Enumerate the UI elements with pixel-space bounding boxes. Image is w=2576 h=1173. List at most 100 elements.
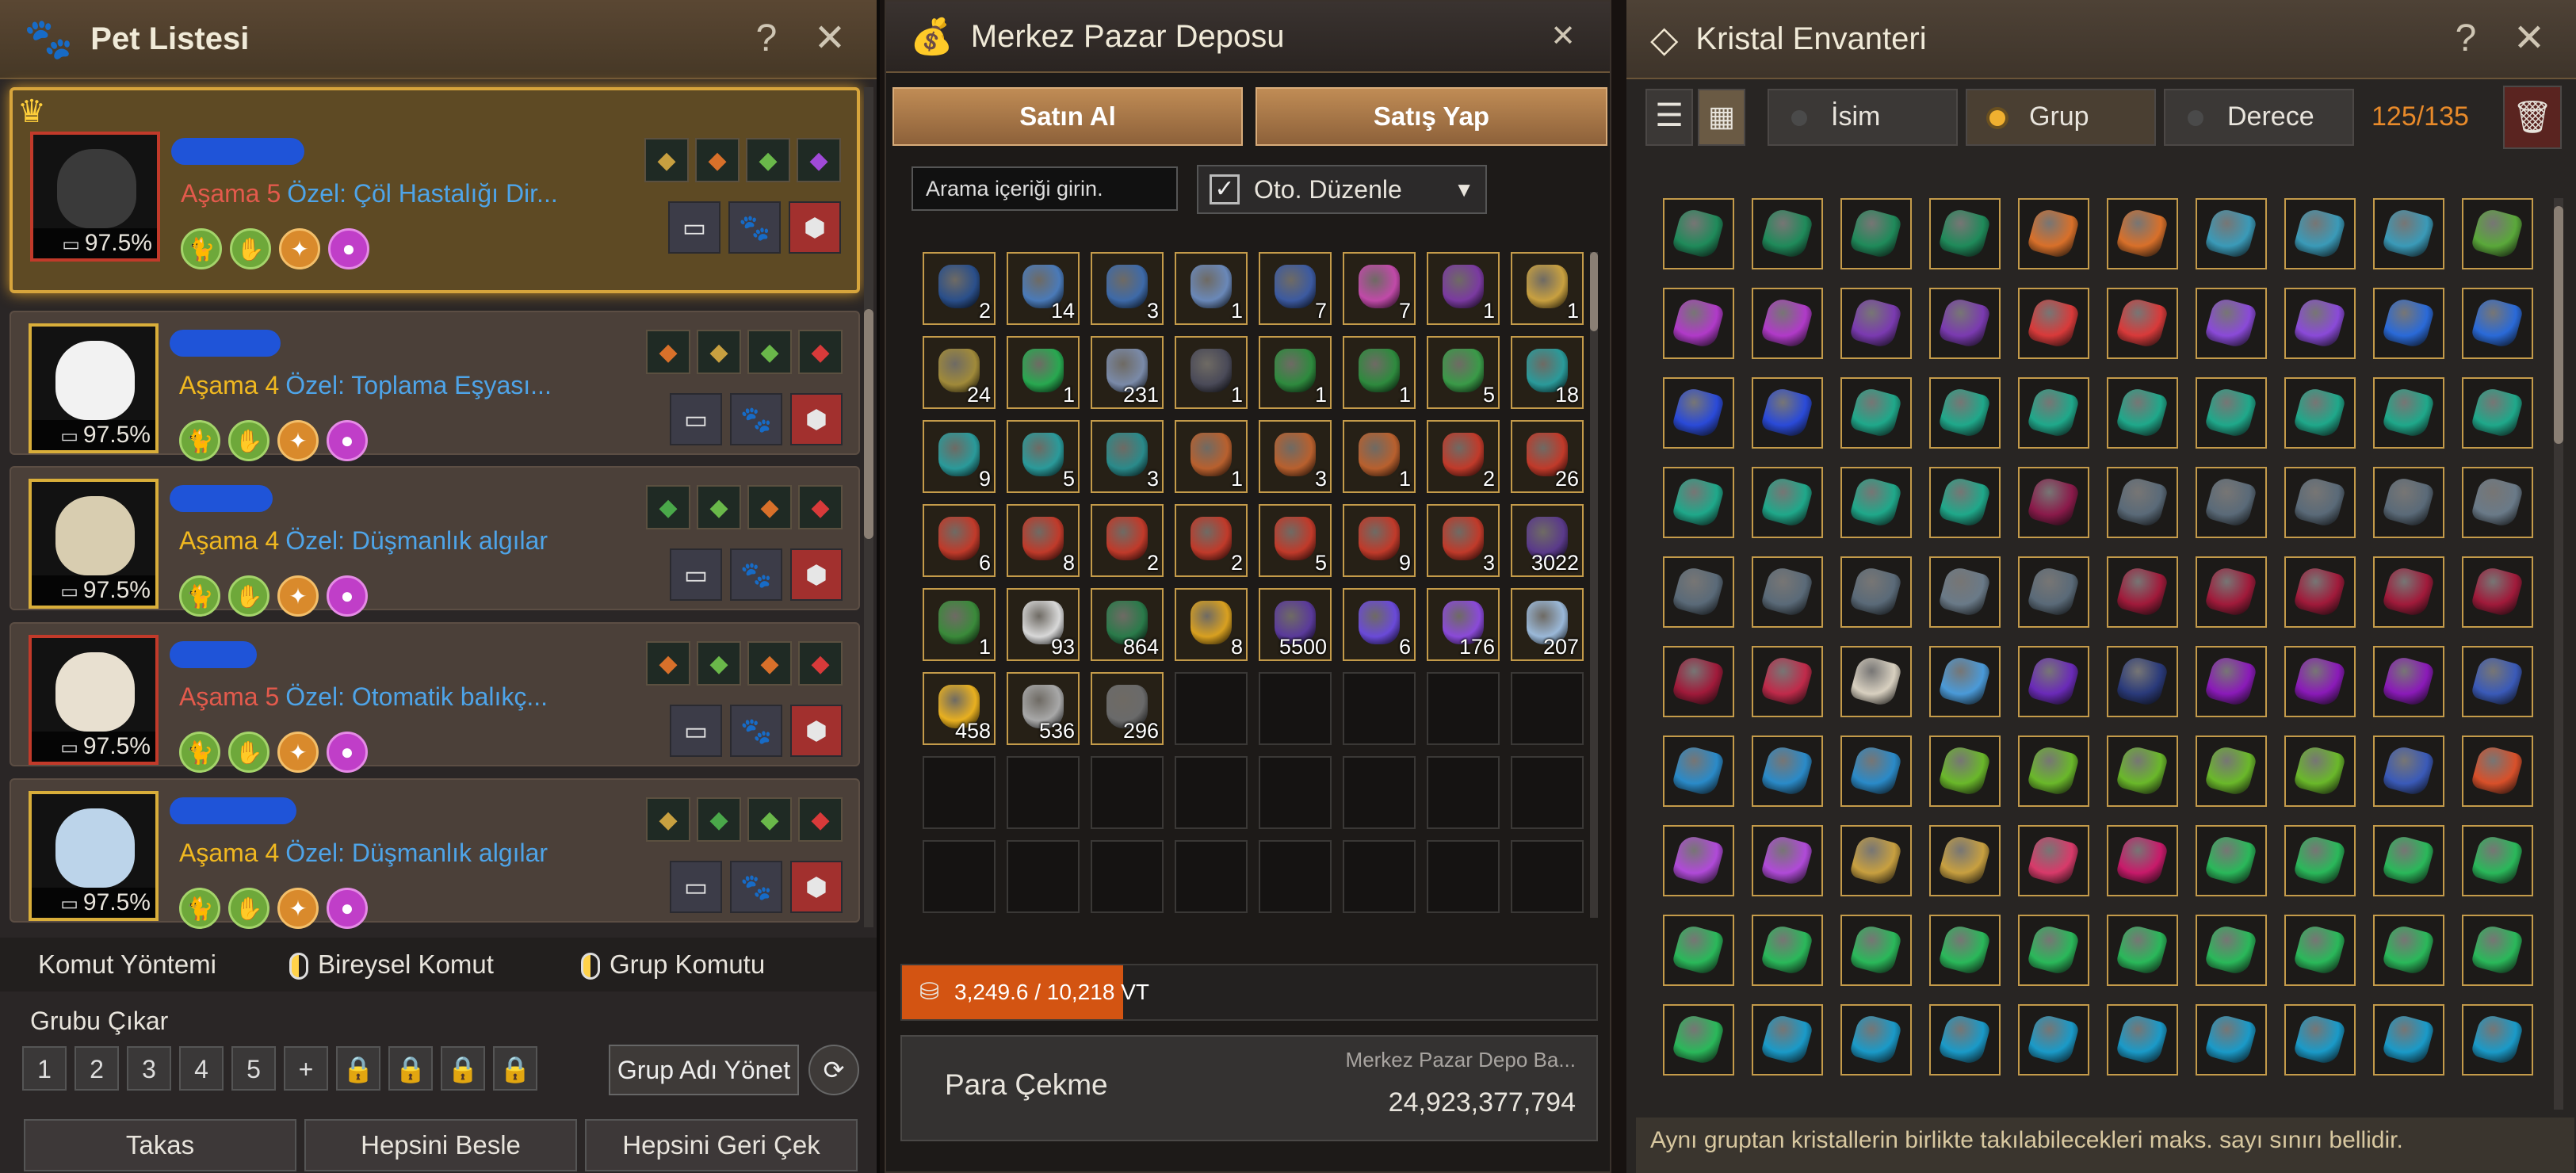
crystal-slot[interactable] bbox=[1752, 825, 1823, 896]
paw-icon[interactable]: 🐾 bbox=[730, 705, 782, 757]
depot-empty-slot[interactable] bbox=[1091, 756, 1164, 829]
sort-by-group-option[interactable]: Grup bbox=[1966, 89, 2156, 146]
group-slot-2[interactable]: 2 bbox=[75, 1046, 119, 1091]
grid-view-icon[interactable]: ▦ bbox=[1698, 89, 1745, 146]
depot-empty-slot[interactable] bbox=[1427, 840, 1500, 913]
paw-icon[interactable]: 🐾 bbox=[730, 861, 782, 913]
help-icon[interactable]: ? bbox=[743, 16, 789, 62]
crystal-slot[interactable] bbox=[1752, 1004, 1823, 1076]
crystal-slot[interactable] bbox=[1752, 646, 1823, 717]
pet-card[interactable]: ♛ ▭ 97.5% Aşama 5 Özel: Çöl Hastalığı Dir.… bbox=[10, 87, 860, 293]
lock-icon[interactable]: 🔒 bbox=[336, 1046, 380, 1091]
crystal-slot[interactable] bbox=[2107, 467, 2178, 538]
depot-item-slot[interactable]: 5 bbox=[1427, 336, 1500, 409]
crystal-slot[interactable] bbox=[2107, 288, 2178, 359]
group-slot-1[interactable]: 1 bbox=[22, 1046, 67, 1091]
crystal-slot[interactable] bbox=[1663, 736, 1734, 807]
depot-item-slot[interactable]: 2 bbox=[1091, 504, 1164, 577]
crystal-slot[interactable] bbox=[2373, 556, 2444, 628]
pet-action-box-icon[interactable]: ⬢ bbox=[790, 393, 843, 445]
crystal-slot[interactable] bbox=[2284, 467, 2356, 538]
crystal-slot[interactable] bbox=[1663, 646, 1734, 717]
crystal-slot[interactable] bbox=[2462, 556, 2533, 628]
checkbox-checked-icon[interactable]: ✓ bbox=[1210, 174, 1240, 204]
crystal-slot[interactable] bbox=[2196, 467, 2267, 538]
depot-item-slot[interactable]: 7 bbox=[1343, 252, 1416, 325]
auto-sort-dropdown[interactable]: ✓ Oto. Düzenle ▼ bbox=[1197, 165, 1487, 214]
depot-item-slot[interactable]: 3022 bbox=[1511, 504, 1584, 577]
crystal-slot[interactable] bbox=[1929, 556, 2001, 628]
pet-list-scrollbar[interactable] bbox=[864, 87, 873, 927]
help-icon[interactable]: ? bbox=[2443, 16, 2489, 62]
crystal-slot[interactable] bbox=[1752, 198, 1823, 269]
crystal-scroll-thumb[interactable] bbox=[2554, 206, 2563, 444]
crystal-slot[interactable] bbox=[2196, 736, 2267, 807]
crystal-slot[interactable] bbox=[2373, 377, 2444, 449]
crystal-slot[interactable] bbox=[2018, 825, 2089, 896]
crystal-slot[interactable] bbox=[2107, 1004, 2178, 1076]
depot-empty-slot[interactable] bbox=[923, 756, 996, 829]
crystal-slot[interactable] bbox=[1663, 377, 1734, 449]
crystal-slot[interactable] bbox=[2462, 825, 2533, 896]
paw-icon[interactable]: 🐾 bbox=[728, 201, 781, 254]
crystal-slot[interactable] bbox=[2196, 646, 2267, 717]
depot-item-slot[interactable]: 3 bbox=[1091, 420, 1164, 493]
depot-item-slot[interactable]: 1 bbox=[1427, 252, 1500, 325]
depot-item-slot[interactable]: 2 bbox=[923, 252, 996, 325]
depot-item-slot[interactable]: 8 bbox=[1175, 588, 1248, 661]
crystal-slot[interactable] bbox=[2107, 825, 2178, 896]
crystal-slot[interactable] bbox=[2018, 1004, 2089, 1076]
depot-item-slot[interactable]: 5500 bbox=[1259, 588, 1332, 661]
crystal-slot[interactable] bbox=[2107, 377, 2178, 449]
crystal-slot[interactable] bbox=[1840, 915, 1912, 986]
pet-action-box-icon[interactable]: ⬢ bbox=[789, 201, 841, 254]
depot-empty-slot[interactable] bbox=[1007, 840, 1080, 913]
paw-icon[interactable]: 🐾 bbox=[730, 393, 782, 445]
crystal-slot[interactable] bbox=[2462, 736, 2533, 807]
depot-item-slot[interactable]: 1 bbox=[1007, 336, 1080, 409]
close-icon[interactable]: ✕ bbox=[1540, 13, 1586, 59]
crystal-slot[interactable] bbox=[1663, 1004, 1734, 1076]
group-slot-4[interactable]: 4 bbox=[179, 1046, 224, 1091]
feed-bowl-icon[interactable]: ▭ bbox=[668, 201, 720, 254]
crystal-slot[interactable] bbox=[1840, 736, 1912, 807]
close-icon[interactable]: ✕ bbox=[807, 16, 853, 62]
feed-bowl-icon[interactable]: ▭ bbox=[670, 861, 722, 913]
crystal-slot[interactable] bbox=[2373, 467, 2444, 538]
crystal-slot[interactable] bbox=[1929, 646, 2001, 717]
depot-item-slot[interactable]: 9 bbox=[1343, 504, 1416, 577]
depot-item-slot[interactable]: 1 bbox=[923, 588, 996, 661]
depot-item-slot[interactable]: 7 bbox=[1259, 252, 1332, 325]
depot-empty-slot[interactable] bbox=[1007, 756, 1080, 829]
crystal-slot[interactable] bbox=[2462, 915, 2533, 986]
crystal-slot[interactable] bbox=[1929, 288, 2001, 359]
crystal-slot[interactable] bbox=[2196, 198, 2267, 269]
crystal-slot[interactable] bbox=[1663, 198, 1734, 269]
depot-item-slot[interactable]: 3 bbox=[1091, 252, 1164, 325]
crystal-slot[interactable] bbox=[2196, 825, 2267, 896]
depot-item-slot[interactable]: 864 bbox=[1091, 588, 1164, 661]
crystal-slot[interactable] bbox=[1663, 915, 1734, 986]
crystal-slot[interactable] bbox=[2373, 198, 2444, 269]
pet-list-titlebar[interactable]: 🐾 Pet Listesi ? ✕ bbox=[0, 0, 877, 79]
depot-item-slot[interactable]: 1 bbox=[1511, 252, 1584, 325]
crystal-slot[interactable] bbox=[2018, 736, 2089, 807]
crystal-slot[interactable] bbox=[1752, 377, 1823, 449]
depot-item-slot[interactable]: 6 bbox=[923, 504, 996, 577]
paw-icon[interactable]: 🐾 bbox=[730, 548, 782, 601]
crystal-slot[interactable] bbox=[1663, 467, 1734, 538]
pet-card[interactable]: ▭ 97.5% Aşama 5 Özel: Otomatik balıkç... 🐈… bbox=[10, 622, 860, 773]
pet-action-box-icon[interactable]: ⬢ bbox=[790, 705, 843, 757]
depot-empty-slot[interactable] bbox=[1175, 672, 1248, 745]
crystal-slot[interactable] bbox=[2284, 377, 2356, 449]
crystal-slot[interactable] bbox=[2373, 1004, 2444, 1076]
search-input[interactable]: Arama içeriği girin. bbox=[912, 166, 1178, 211]
crystal-slot[interactable] bbox=[2107, 198, 2178, 269]
depot-empty-slot[interactable] bbox=[1511, 756, 1584, 829]
trash-icon[interactable]: 🗑 bbox=[2503, 86, 2562, 149]
depot-item-slot[interactable]: 1 bbox=[1175, 420, 1248, 493]
crystal-slot[interactable] bbox=[2196, 288, 2267, 359]
group-name-button[interactable]: Grup Adı Yönet bbox=[609, 1045, 799, 1095]
crystal-slot[interactable] bbox=[1663, 825, 1734, 896]
crystal-slot[interactable] bbox=[2018, 556, 2089, 628]
